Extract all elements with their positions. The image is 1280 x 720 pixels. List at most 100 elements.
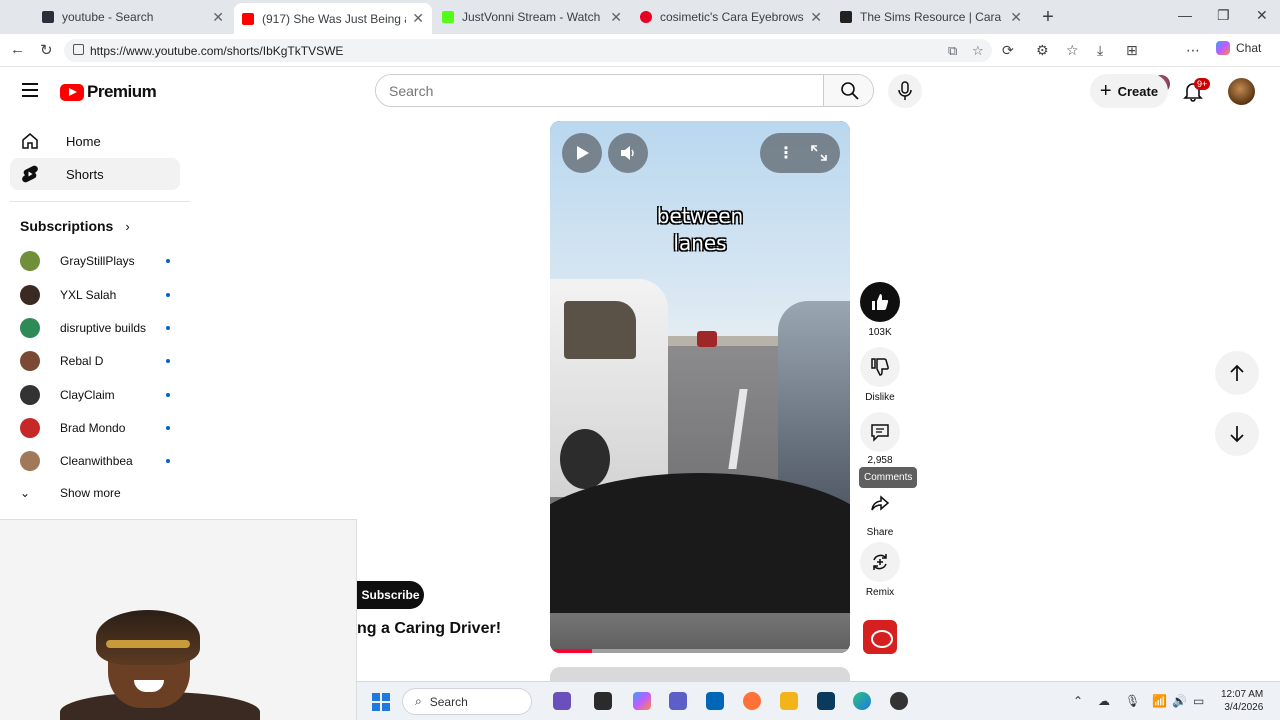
refresh-extension-icon[interactable]: ⟳: [1002, 42, 1014, 59]
subscriptions-header[interactable]: Subscriptions ›: [20, 218, 130, 234]
subscription-item[interactable]: GrayStillPlays: [20, 249, 170, 273]
remix-button[interactable]: [860, 542, 900, 582]
shorts-video-player[interactable]: between lanes ⋮: [550, 121, 850, 653]
new-content-dot: [166, 426, 170, 430]
folder-icon[interactable]: [780, 692, 798, 710]
sidebar-item-shorts[interactable]: Shorts: [10, 158, 180, 190]
onedrive-icon[interactable]: ☁: [1098, 694, 1110, 708]
like-count: 103K: [868, 327, 892, 338]
store-icon[interactable]: [706, 692, 724, 710]
chevron-up-icon[interactable]: ⌃: [1073, 694, 1083, 708]
obs-icon[interactable]: [890, 692, 908, 710]
system-clock[interactable]: 12:07 AM 3/4/2026: [1221, 688, 1263, 714]
previous-short-button[interactable]: [1215, 351, 1259, 395]
subscription-item[interactable]: Cleanwithbea: [20, 449, 170, 473]
app-icon[interactable]: [817, 692, 835, 710]
wifi-icon[interactable]: 📶: [1152, 694, 1167, 708]
taskbar-search[interactable]: ⌕ Search: [402, 688, 532, 715]
maximize-icon[interactable]: ❐: [1217, 7, 1230, 24]
like-button[interactable]: [860, 282, 900, 322]
youtube-play-logo-icon: [60, 83, 84, 101]
copilot-app-icon[interactable]: [633, 692, 651, 710]
extension-icon[interactable]: ⚙: [1036, 42, 1049, 59]
speaker-icon[interactable]: 🔊: [1172, 694, 1187, 708]
account-avatar[interactable]: [1228, 78, 1255, 105]
channel-thumbnail[interactable]: [863, 620, 897, 654]
subscription-item[interactable]: Rebal D: [20, 349, 170, 373]
subscriptions-label: Subscriptions: [20, 218, 114, 234]
browser-tab-bar: youtube - Search ✕ (917) She Was Just Be…: [0, 0, 1280, 34]
browser-tab[interactable]: JustVonni Stream - Watch Live on ✕: [434, 4, 630, 30]
subscribe-button[interactable]: Subscribe: [357, 581, 424, 609]
favorites-icon[interactable]: ☆: [1066, 42, 1079, 59]
windows-start-icon[interactable]: [372, 693, 390, 711]
minimize-icon[interactable]: —: [1178, 7, 1192, 23]
close-icon[interactable]: ✕: [212, 9, 224, 26]
show-more-button[interactable]: ⌄ Show more: [20, 486, 121, 500]
address-bar-row: ← ↻ https://www.youtube.com/shorts/IbKgT…: [0, 34, 1280, 93]
search-button[interactable]: [823, 75, 873, 106]
download-icon[interactable]: ⤓: [1097, 42, 1103, 59]
firefox-icon[interactable]: [743, 692, 761, 710]
next-short-button[interactable]: [1215, 412, 1259, 456]
app-install-icon[interactable]: ⧉: [948, 43, 957, 59]
voice-search-button[interactable]: [888, 74, 922, 108]
close-icon[interactable]: ✕: [412, 10, 424, 27]
subscription-item[interactable]: YXL Salah: [20, 283, 170, 307]
close-icon[interactable]: ✕: [610, 9, 622, 26]
file-explorer-icon[interactable]: [594, 692, 612, 710]
teams-icon[interactable]: [669, 692, 687, 710]
arrow-down-icon: [1230, 426, 1244, 443]
channel-name: YXL Salah: [60, 288, 117, 302]
shorts-icon: [22, 165, 38, 183]
dislike-button[interactable]: [860, 347, 900, 387]
video-progress-bar[interactable]: [550, 649, 850, 653]
window-close-icon[interactable]: ✕: [1256, 7, 1268, 24]
share-button[interactable]: [860, 492, 900, 522]
battery-icon[interactable]: ▭: [1193, 694, 1204, 708]
microphone-tray-icon[interactable]: 🎙: [1125, 694, 1140, 708]
puzzle-icon[interactable]: ⊞: [1126, 42, 1138, 59]
edge-icon[interactable]: [853, 692, 871, 710]
browser-tab[interactable]: youtube - Search ✕: [34, 4, 232, 30]
browser-tab[interactable]: cosimetic's Cara Eyebrows | NO 31 ✕: [632, 4, 830, 30]
video-white-suv: [550, 279, 668, 497]
fullscreen-icon[interactable]: [810, 144, 828, 162]
youtube-logo[interactable]: Premium: [60, 82, 157, 102]
caption-line: between: [656, 204, 744, 228]
close-icon[interactable]: ✕: [810, 9, 822, 26]
more-menu-icon[interactable]: ⋯: [1186, 42, 1200, 59]
copilot-icon: [1216, 41, 1230, 55]
new-content-dot: [166, 326, 170, 330]
channel-name: Rebal D: [60, 354, 104, 368]
comments-button[interactable]: [860, 412, 900, 452]
channel-avatar: [20, 418, 40, 438]
mute-button[interactable]: [608, 133, 648, 173]
play-button[interactable]: [562, 133, 602, 173]
caption-line: lanes: [673, 231, 727, 255]
plus-icon: +: [1099, 80, 1112, 102]
new-tab-button[interactable]: +: [1038, 6, 1058, 29]
create-button[interactable]: + Create: [1090, 74, 1168, 108]
search-input[interactable]: [376, 75, 823, 106]
subscription-item[interactable]: disruptive builds: [20, 316, 170, 340]
more-options-icon[interactable]: ⋮: [778, 143, 794, 163]
copilot-chat-button[interactable]: Chat: [1216, 41, 1261, 55]
sidebar-item-home[interactable]: Home: [10, 125, 180, 157]
video-suv-window: [564, 301, 636, 359]
subscription-item[interactable]: Brad Mondo: [20, 416, 170, 440]
favorite-star-icon[interactable]: ☆: [972, 43, 984, 59]
close-icon[interactable]: ✕: [1010, 9, 1022, 26]
new-content-dot: [166, 259, 170, 263]
browser-tab-active[interactable]: (917) She Was Just Being a Caring ✕: [234, 3, 432, 34]
reload-icon[interactable]: ↻: [40, 41, 53, 59]
browser-tab[interactable]: The Sims Resource | Cara Eyebrow ✕: [832, 4, 1030, 30]
url-field[interactable]: https://www.youtube.com/shorts/IbKgTkTVS…: [64, 39, 992, 62]
video-editor-icon[interactable]: [553, 692, 571, 710]
hamburger-menu-icon[interactable]: [22, 83, 38, 97]
back-icon[interactable]: ←: [10, 41, 25, 58]
webcam-overlay: [0, 519, 357, 720]
subscription-item[interactable]: ClayClaim: [20, 383, 170, 407]
channel-name: Cleanwithbea: [60, 454, 133, 468]
comment-icon: [871, 424, 889, 442]
